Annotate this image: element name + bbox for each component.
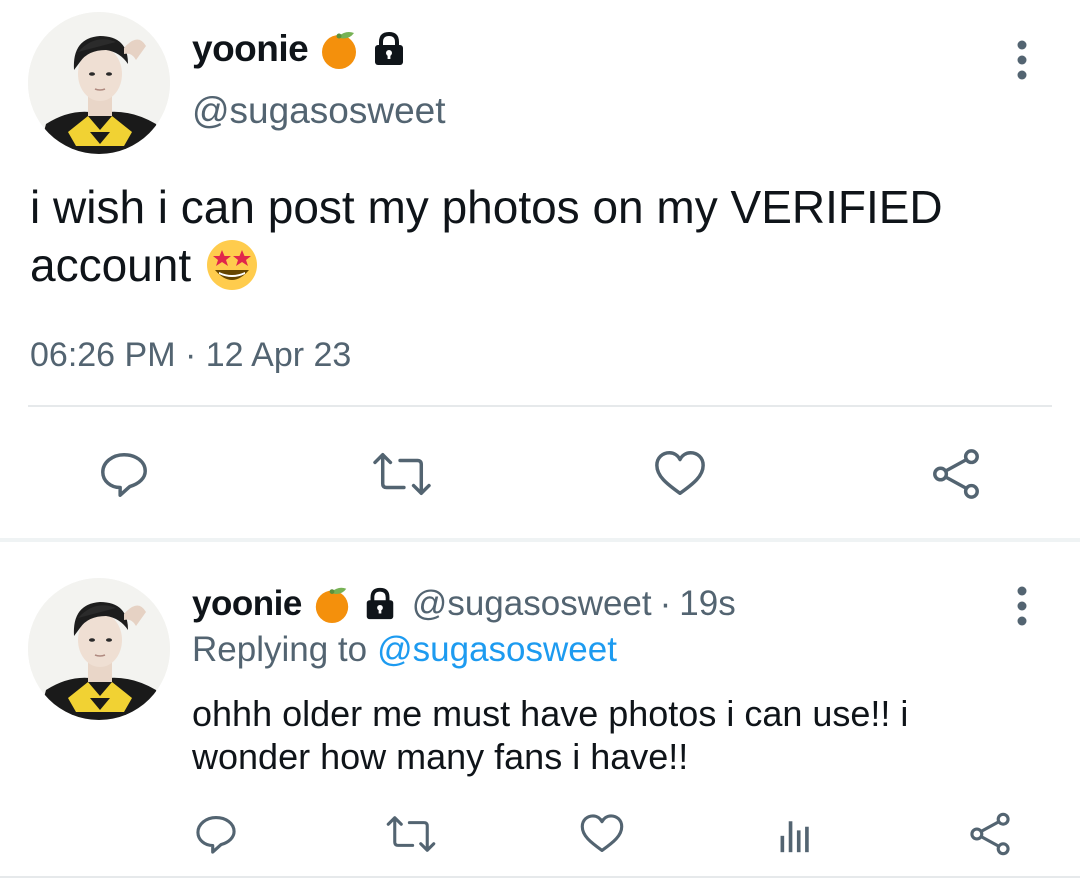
locked-icon <box>362 586 398 622</box>
tweet-text-line: account <box>30 239 192 291</box>
replying-to-label: Replying to <box>192 630 368 669</box>
display-name[interactable]: yoonie <box>192 584 302 624</box>
author-handle[interactable]: @sugasosweet <box>192 90 446 132</box>
tweet-text: i wish i can post my photos on my VERIFI… <box>30 178 1050 294</box>
reply-icon[interactable] <box>96 446 152 502</box>
age-separator: · <box>659 584 672 623</box>
tweet-date: 12 Apr 23 <box>205 336 352 374</box>
share-icon[interactable] <box>928 446 984 502</box>
views-icon[interactable] <box>774 810 818 858</box>
like-icon[interactable] <box>578 810 626 858</box>
star-struck-emoji-icon <box>205 238 259 292</box>
reply-text-line: ohhh older me must have photos i can use… <box>192 693 909 734</box>
replying-to-handle[interactable]: @sugasosweet <box>377 630 617 670</box>
author-handle[interactable]: @sugasosweet <box>412 584 652 624</box>
share-icon[interactable] <box>966 810 1014 858</box>
tweet-age[interactable]: 19s <box>679 584 735 624</box>
more-options-icon[interactable] <box>1007 36 1037 86</box>
tangerine-emoji-icon <box>318 28 360 70</box>
timestamp-separator: · <box>184 336 197 374</box>
replying-to-row: Replying to @sugasosweet <box>192 630 617 670</box>
locked-icon <box>370 30 408 68</box>
avatar[interactable] <box>28 12 170 154</box>
section-divider <box>0 538 1080 542</box>
tweet-timestamp[interactable]: 06:26 PM · 12 Apr 23 <box>30 336 351 375</box>
like-icon[interactable] <box>652 446 708 502</box>
reply-text-line: wonder how many fans i have!! <box>192 736 689 777</box>
display-name[interactable]: yoonie <box>192 28 309 70</box>
tweet-text-line: i wish i can post my photos on my VERIFI… <box>30 181 943 233</box>
divider <box>28 405 1052 407</box>
divider <box>0 876 1080 878</box>
retweet-icon[interactable] <box>384 810 438 858</box>
avatar[interactable] <box>28 578 170 720</box>
reply-text: ohhh older me must have photos i can use… <box>192 692 1052 778</box>
more-options-icon[interactable] <box>1007 582 1037 632</box>
tangerine-emoji-icon <box>312 584 352 624</box>
tweet-time: 06:26 PM <box>30 336 176 374</box>
reply-icon[interactable] <box>192 810 240 858</box>
retweet-icon[interactable] <box>370 446 434 502</box>
handle-row: @sugasosweet <box>192 90 446 132</box>
author-name-row[interactable]: yoonie <box>192 28 408 70</box>
reply-author-row[interactable]: yoonie @sugasosweet · 19s <box>192 584 736 624</box>
